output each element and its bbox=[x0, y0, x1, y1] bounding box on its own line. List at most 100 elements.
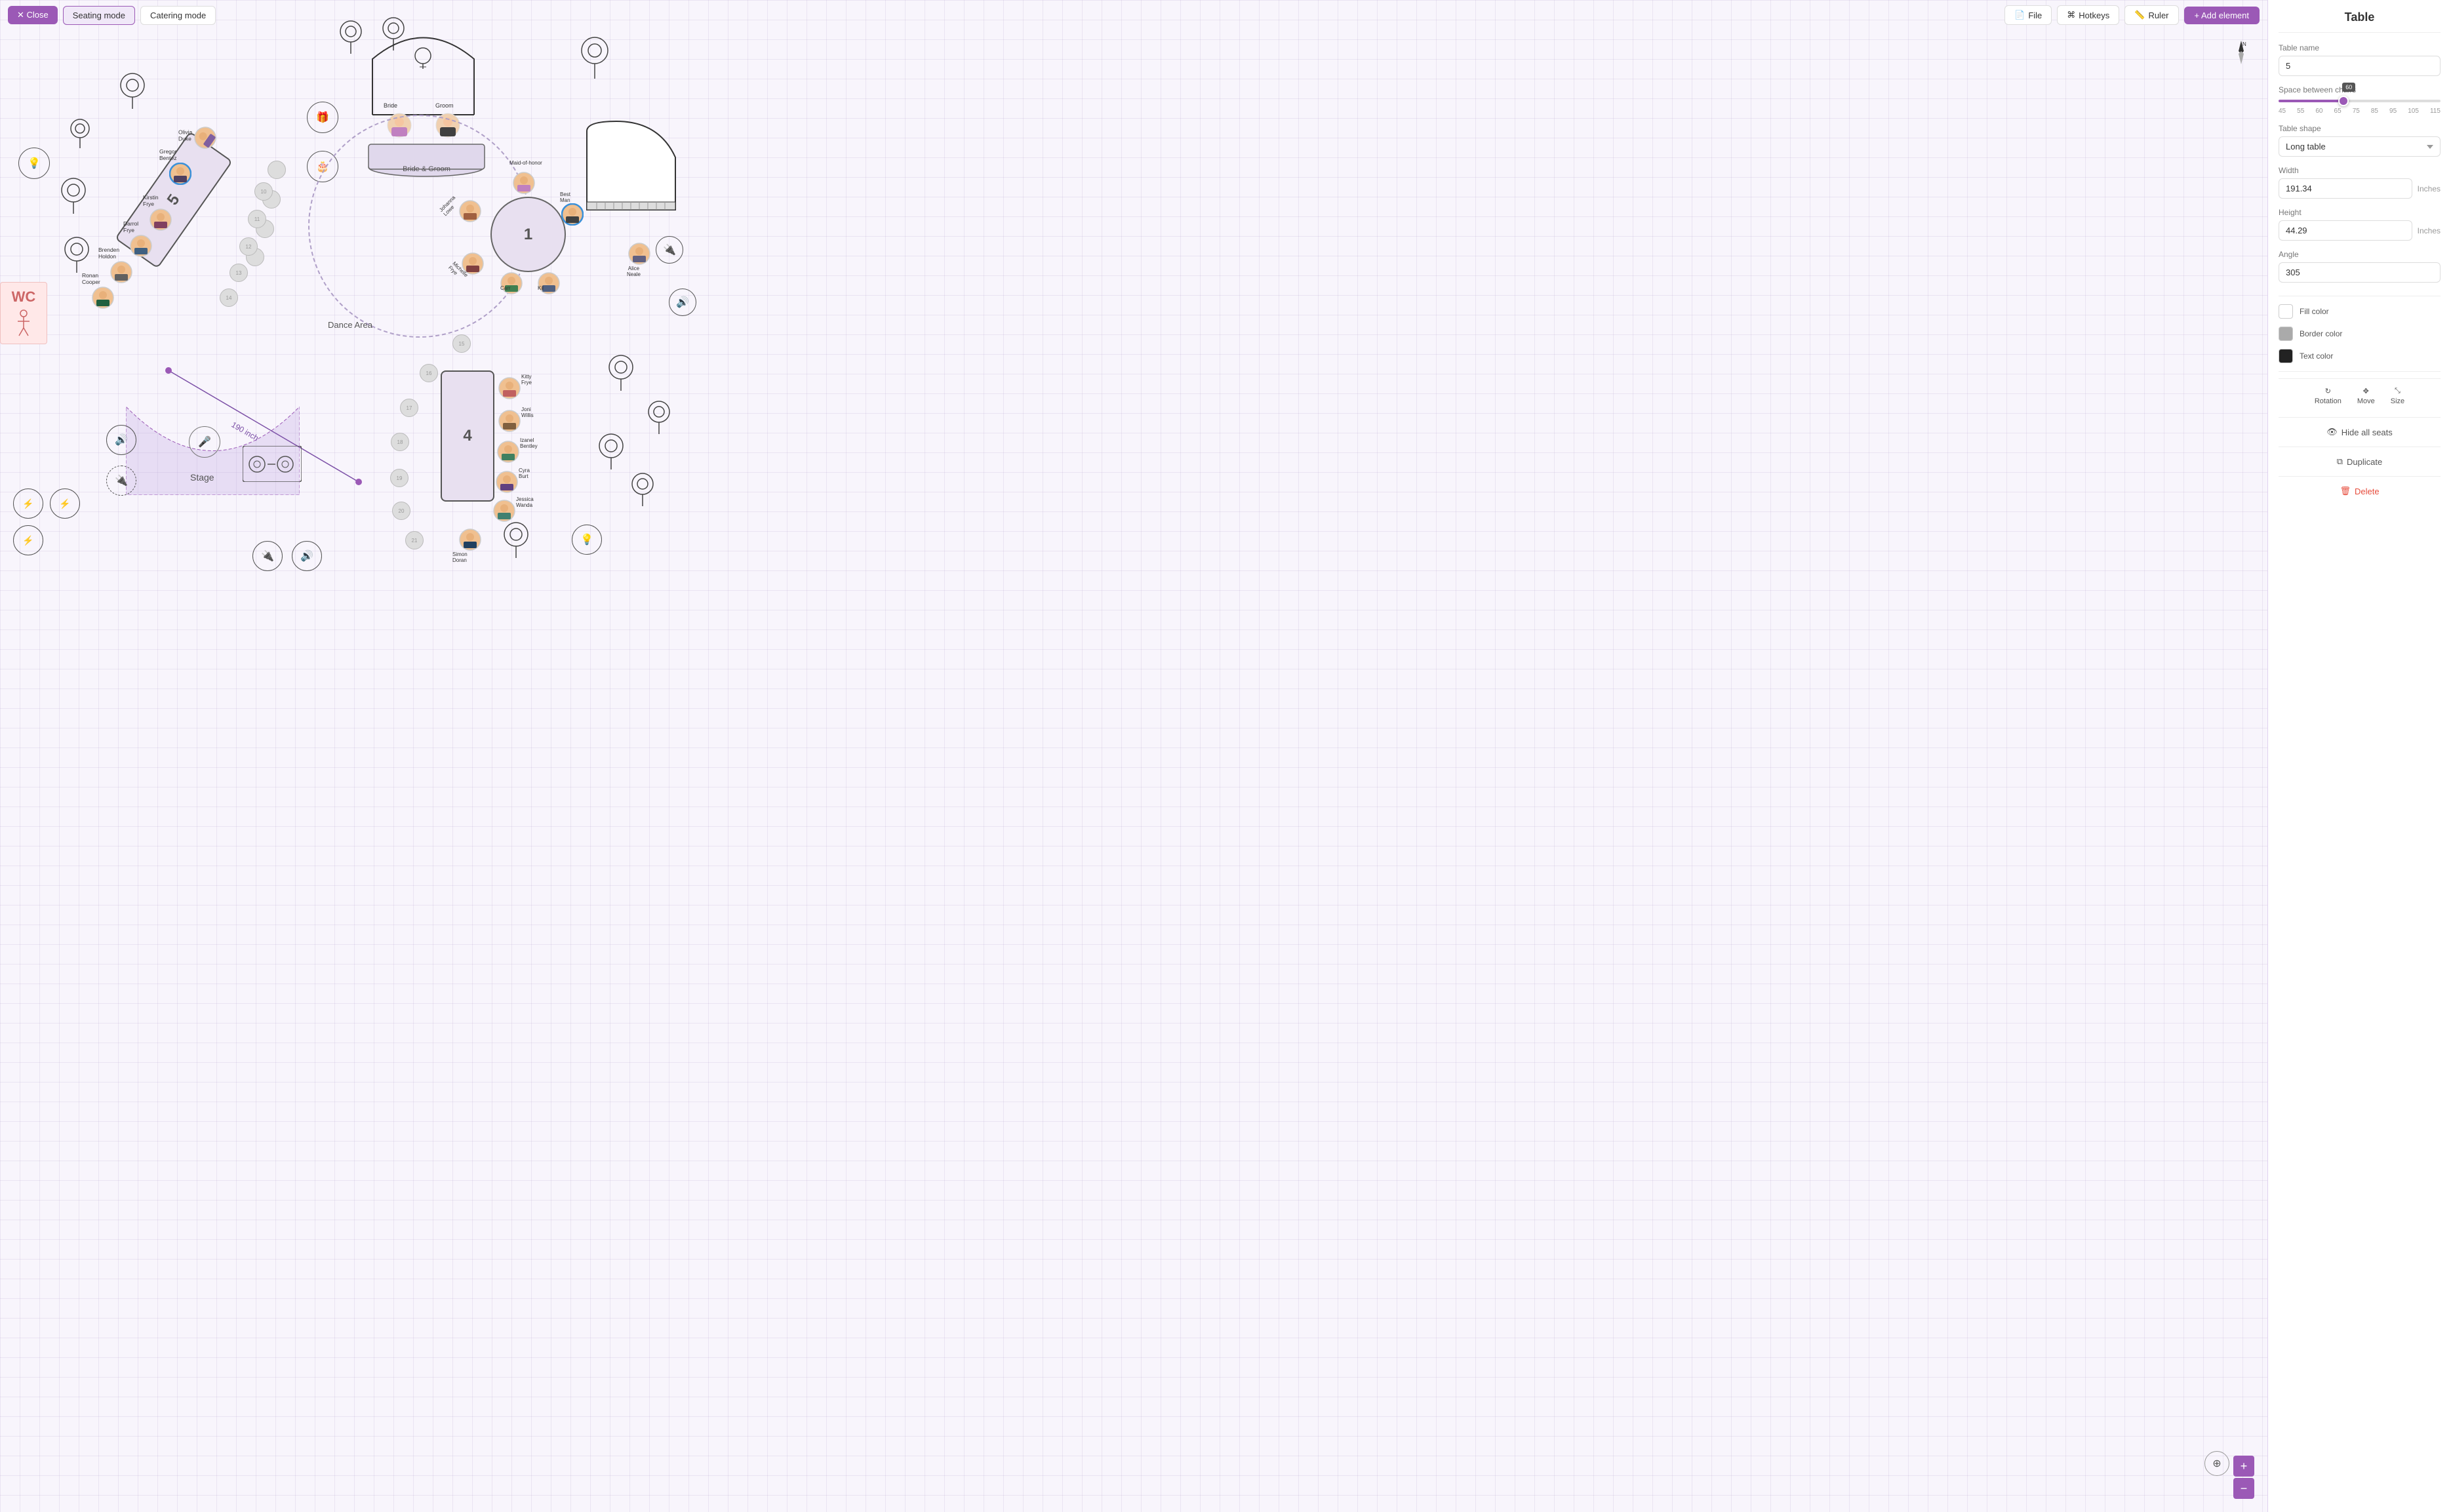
close-button[interactable]: ✕ Close bbox=[8, 6, 58, 24]
zoom-in-button[interactable]: + bbox=[2233, 1456, 2254, 1477]
groom-label: Groom bbox=[435, 102, 454, 109]
compass: N bbox=[2228, 39, 2254, 70]
seat-brenden: BrendenHoldon bbox=[110, 261, 132, 287]
svg-text:N: N bbox=[2242, 41, 2246, 47]
size-icon: ⤡ bbox=[2395, 387, 2401, 395]
table-name-input[interactable] bbox=[2279, 56, 2441, 76]
name-darrol: DarrolFrye bbox=[123, 220, 138, 233]
lightbulb-icon-1: 💡 bbox=[18, 148, 50, 179]
plug-icon-bl: 🔌 bbox=[106, 466, 136, 496]
toolbar: ✕ Close Seating mode Catering mode 📄 Fil… bbox=[0, 0, 2267, 30]
sp-11: 11 bbox=[248, 210, 266, 228]
fill-color-swatch[interactable] bbox=[2279, 304, 2293, 319]
height-input[interactable] bbox=[2279, 220, 2412, 241]
name-kirstin: KirstinFrye bbox=[143, 194, 159, 207]
lightbulb-icon-br: 💡 bbox=[572, 525, 602, 555]
tree-tr1 bbox=[574, 36, 616, 85]
table-shape-select[interactable]: Long table bbox=[2279, 136, 2441, 157]
dj-console bbox=[243, 446, 302, 485]
catering-mode-button[interactable]: Catering mode bbox=[140, 6, 216, 25]
speaker-icon-stage: 🔊 bbox=[292, 541, 322, 571]
border-color-row: Border color bbox=[2279, 323, 2441, 345]
width-unit: Inches bbox=[2418, 184, 2441, 193]
duplicate-button[interactable]: ⧉ Duplicate bbox=[2279, 451, 2441, 472]
width-label: Width bbox=[2279, 166, 2441, 175]
move-button[interactable]: ✥ Move bbox=[2353, 384, 2379, 408]
seat-cyra: CyraBurt bbox=[496, 471, 518, 496]
crosshair-icon[interactable]: ⊕ bbox=[2204, 1451, 2229, 1476]
bride-label: Bride bbox=[384, 102, 397, 109]
seat-gregor: GregorBentez bbox=[169, 163, 191, 188]
slider-labels: 45 55 60 65 75 85 95 105 115 bbox=[2279, 108, 2441, 115]
panel-title: Table bbox=[2279, 10, 2441, 33]
name-gregor: GregorBentez bbox=[159, 148, 176, 161]
divider-2 bbox=[2279, 371, 2441, 372]
canvas-area[interactable]: ✕ Close Seating mode Catering mode 📄 Fil… bbox=[0, 0, 2267, 1512]
wc-sign: WC bbox=[0, 282, 47, 344]
tree-r2 bbox=[643, 400, 675, 439]
duplicate-icon: ⧉ bbox=[2337, 456, 2343, 467]
space-label: Space between chairs bbox=[2279, 85, 2441, 94]
divider-5 bbox=[2279, 476, 2441, 477]
table-1[interactable]: 1 bbox=[490, 197, 566, 272]
fill-color-row: Fill color bbox=[2279, 300, 2441, 323]
seat-izanel: IzanelBentley bbox=[497, 441, 519, 466]
sp-16: 16 bbox=[420, 364, 438, 382]
size-button[interactable]: ⤡ Size bbox=[2387, 384, 2408, 408]
height-unit: Inches bbox=[2418, 226, 2441, 235]
sp-13: 13 bbox=[229, 264, 248, 282]
name-cyra: CyraBurt bbox=[519, 468, 530, 479]
sp-12: 12 bbox=[239, 237, 258, 256]
name-simon: SimonDoran bbox=[452, 551, 468, 563]
angle-label: Angle bbox=[2279, 250, 2441, 259]
seat-jessica: JessicaWanda bbox=[493, 500, 515, 525]
dance-area-label: Dance Area bbox=[328, 320, 372, 330]
divider-3 bbox=[2279, 417, 2441, 418]
tree-l2 bbox=[56, 177, 92, 220]
height-label: Height bbox=[2279, 208, 2441, 217]
name-joni: JoniWillis bbox=[521, 407, 534, 418]
add-element-button[interactable]: + Add element bbox=[2184, 7, 2260, 24]
sp-14: 14 bbox=[220, 288, 238, 307]
text-color-swatch[interactable] bbox=[2279, 349, 2293, 363]
sp-21: 21 bbox=[405, 531, 424, 549]
file-button[interactable]: 📄 File bbox=[2004, 5, 2052, 25]
toolbar-right: 📄 File ⌘ Hotkeys 📏 Ruler + Add element bbox=[2004, 5, 2260, 25]
hide-seats-button[interactable]: 👁 Hide all seats bbox=[2279, 422, 2441, 443]
microphone-icon: 🎤 bbox=[189, 426, 220, 458]
canvas-content: N bbox=[0, 0, 2267, 1512]
table-4[interactable]: 4 bbox=[441, 370, 494, 502]
table-shape-group: Table shape Long table bbox=[2279, 124, 2441, 157]
move-icon: ✥ bbox=[2363, 387, 2369, 395]
sp-18: 18 bbox=[391, 433, 409, 451]
border-color-swatch[interactable] bbox=[2279, 327, 2293, 341]
seat-ronan: RonanCooper bbox=[92, 287, 114, 312]
name-alice: AliceNeale bbox=[627, 266, 641, 277]
svg-text:190 inch: 190 inch bbox=[230, 420, 260, 443]
seat-kitty: KittyFrye bbox=[498, 377, 521, 403]
height-group: Height Inches bbox=[2279, 208, 2441, 241]
right-panel: Table Table name Space between chairs 60… bbox=[2267, 0, 2451, 1512]
zoom-controls: + − bbox=[2233, 1456, 2254, 1499]
hotkeys-button[interactable]: ⌘ Hotkeys bbox=[2057, 5, 2119, 25]
file-icon: 📄 bbox=[2014, 10, 2025, 20]
delete-button[interactable]: 🗑 Delete bbox=[2279, 481, 2441, 502]
border-color-label: Border color bbox=[2300, 329, 2342, 338]
sp-20: 20 bbox=[392, 502, 410, 520]
tree-small-1 bbox=[66, 118, 95, 154]
zoom-out-button[interactable]: − bbox=[2233, 1478, 2254, 1499]
table-name-group: Table name bbox=[2279, 43, 2441, 76]
space-slider[interactable]: 60 bbox=[2279, 100, 2441, 102]
rotation-button[interactable]: ↻ Rotation bbox=[2311, 384, 2345, 408]
slider-thumb[interactable]: 60 bbox=[2338, 96, 2349, 106]
rotation-icon: ↻ bbox=[2325, 387, 2331, 395]
width-input[interactable] bbox=[2279, 178, 2412, 199]
slider-value: 60 bbox=[2342, 83, 2355, 92]
angle-group: Angle bbox=[2279, 250, 2441, 283]
speaker-icon-bl: 🔊 bbox=[106, 425, 136, 455]
seating-mode-button[interactable]: Seating mode bbox=[63, 6, 135, 25]
ruler-button[interactable]: 📏 Ruler bbox=[2124, 5, 2178, 25]
text-color-row: Text color bbox=[2279, 345, 2441, 367]
angle-input[interactable] bbox=[2279, 262, 2441, 283]
tree-r3 bbox=[593, 433, 629, 475]
